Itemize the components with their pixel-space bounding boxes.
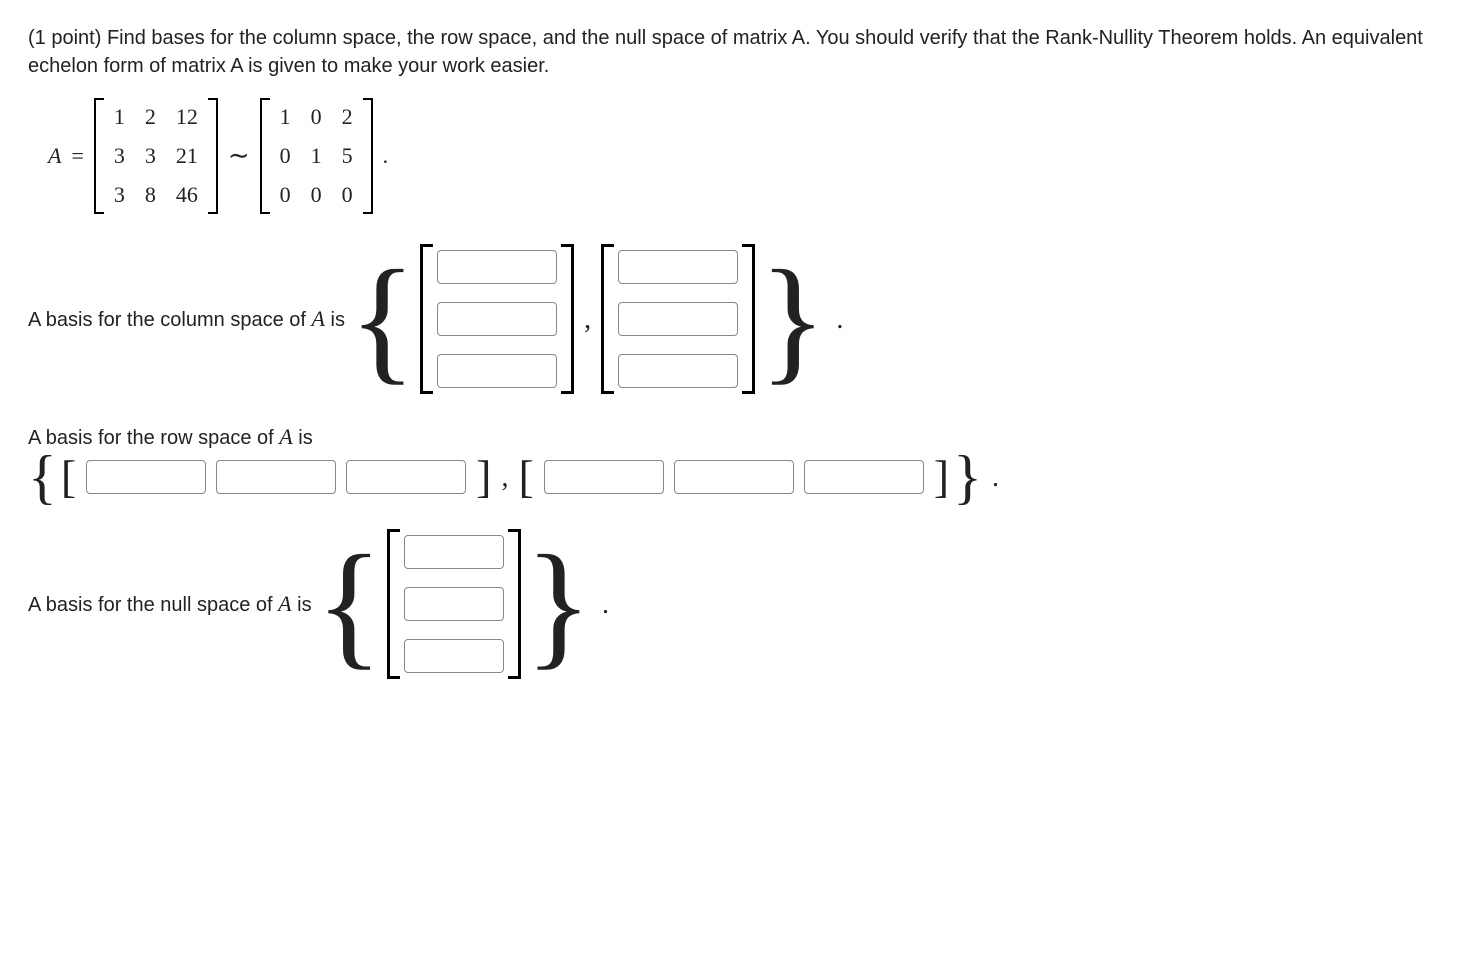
col-space-v1-r3[interactable]: [437, 354, 557, 388]
col-space-v1-r1[interactable]: [437, 250, 557, 284]
rbracket-icon: ]: [476, 461, 491, 493]
brace-close-icon: }: [953, 453, 982, 501]
problem-statement: (1 point) Find bases for the column spac…: [28, 24, 1435, 80]
row-space-vector-1: [ ]: [61, 460, 492, 494]
row-space-label: A basis for the row space of A is: [28, 422, 1435, 453]
null-space-label: A basis for the null space of A is: [28, 589, 312, 620]
row-space-vector-2: [ ]: [518, 460, 949, 494]
row-space-v1-c1[interactable]: [86, 460, 206, 494]
brace-open-icon: {: [316, 545, 383, 664]
column-space-row: A basis for the column space of A is { ,…: [28, 244, 1435, 394]
row-space-v1-c2[interactable]: [216, 460, 336, 494]
brace-close-icon: }: [759, 260, 826, 379]
column-space-label: A basis for the column space of A is: [28, 304, 345, 335]
period: .: [596, 585, 609, 624]
lbracket-icon: [: [61, 461, 76, 493]
tilde-sign: ∼: [228, 138, 250, 174]
matrix-equation: A = 1212 3321 3846 ∼ 102 015 000 .: [48, 98, 1435, 214]
col-space-v1-r2[interactable]: [437, 302, 557, 336]
comma-separator: ,: [495, 458, 514, 497]
equation-period: .: [383, 141, 389, 172]
row-space-v2-c1[interactable]: [544, 460, 664, 494]
points-label: (1 point): [28, 27, 107, 49]
col-space-vector-1: [420, 244, 574, 394]
problem-body: Find bases for the column space, the row…: [28, 27, 1423, 77]
null-space-v1-r3[interactable]: [404, 639, 504, 673]
row-space-v2-c3[interactable]: [804, 460, 924, 494]
rbracket-icon: ]: [934, 461, 949, 493]
matrix-A: 1212 3321 3846: [94, 98, 218, 214]
comma-separator: ,: [578, 300, 597, 339]
null-space-row: A basis for the null space of A is { } .: [28, 529, 1435, 679]
null-space-v1-r2[interactable]: [404, 587, 504, 621]
matrix-echelon: 102 015 000: [260, 98, 373, 214]
equals-sign: =: [71, 141, 83, 172]
row-space-v2-c2[interactable]: [674, 460, 794, 494]
row-space-v1-c3[interactable]: [346, 460, 466, 494]
period: .: [830, 300, 843, 339]
col-space-v2-r1[interactable]: [618, 250, 738, 284]
brace-close-icon: }: [525, 545, 592, 664]
col-space-v2-r2[interactable]: [618, 302, 738, 336]
brace-open-icon: {: [28, 453, 57, 501]
matrix-A-label: A: [48, 141, 61, 172]
row-space-row: { [ ] , [ ] } .: [28, 453, 1435, 501]
col-space-v2-r3[interactable]: [618, 354, 738, 388]
period: .: [986, 458, 999, 497]
lbracket-icon: [: [518, 461, 533, 493]
null-space-v1-r1[interactable]: [404, 535, 504, 569]
null-space-vector-1: [387, 529, 521, 679]
col-space-vector-2: [601, 244, 755, 394]
brace-open-icon: {: [349, 260, 416, 379]
